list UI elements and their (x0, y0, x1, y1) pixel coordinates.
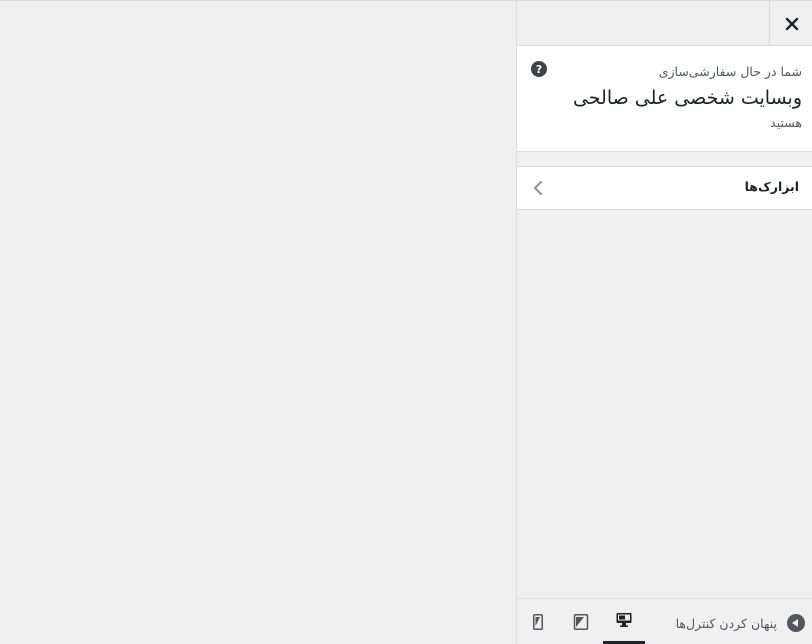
close-icon (785, 17, 798, 30)
customizer-sidebar: ? شما در حال سفارشی‌سازی وبسایت شخصی علی… (516, 0, 812, 644)
customizing-prefix-text: شما در حال سفارشی‌سازی (658, 64, 802, 79)
customizer-info-panel: ? شما در حال سفارشی‌سازی وبسایت شخصی علی… (517, 46, 812, 152)
customizing-suffix-text: هستید (770, 115, 802, 130)
site-preview-pane (0, 0, 516, 644)
hide-controls-button[interactable]: پنهان کردن کنترل‌ها (676, 613, 805, 633)
play-icon (787, 614, 805, 632)
close-customizer-button[interactable] (769, 1, 812, 46)
site-title: وبسایت شخصی علی صالحی (572, 87, 802, 109)
section-widgets-label: ابزارک‌ها (744, 179, 799, 194)
chevron-left-icon (534, 181, 542, 195)
desktop-icon (616, 613, 632, 627)
tablet-icon (573, 614, 589, 630)
preview-mobile-button[interactable] (517, 599, 559, 644)
preview-tablet-button[interactable] (560, 599, 602, 644)
customizer-footer: پنهان کردن کنترل‌ها (517, 598, 812, 644)
help-icon[interactable]: ? (531, 61, 547, 77)
section-widgets[interactable]: ابزارک‌ها (517, 166, 812, 210)
mobile-icon (533, 614, 543, 630)
preview-desktop-button[interactable] (603, 599, 645, 644)
customizer-header (517, 0, 812, 46)
hide-controls-label: پنهان کردن کنترل‌ها (675, 615, 777, 631)
